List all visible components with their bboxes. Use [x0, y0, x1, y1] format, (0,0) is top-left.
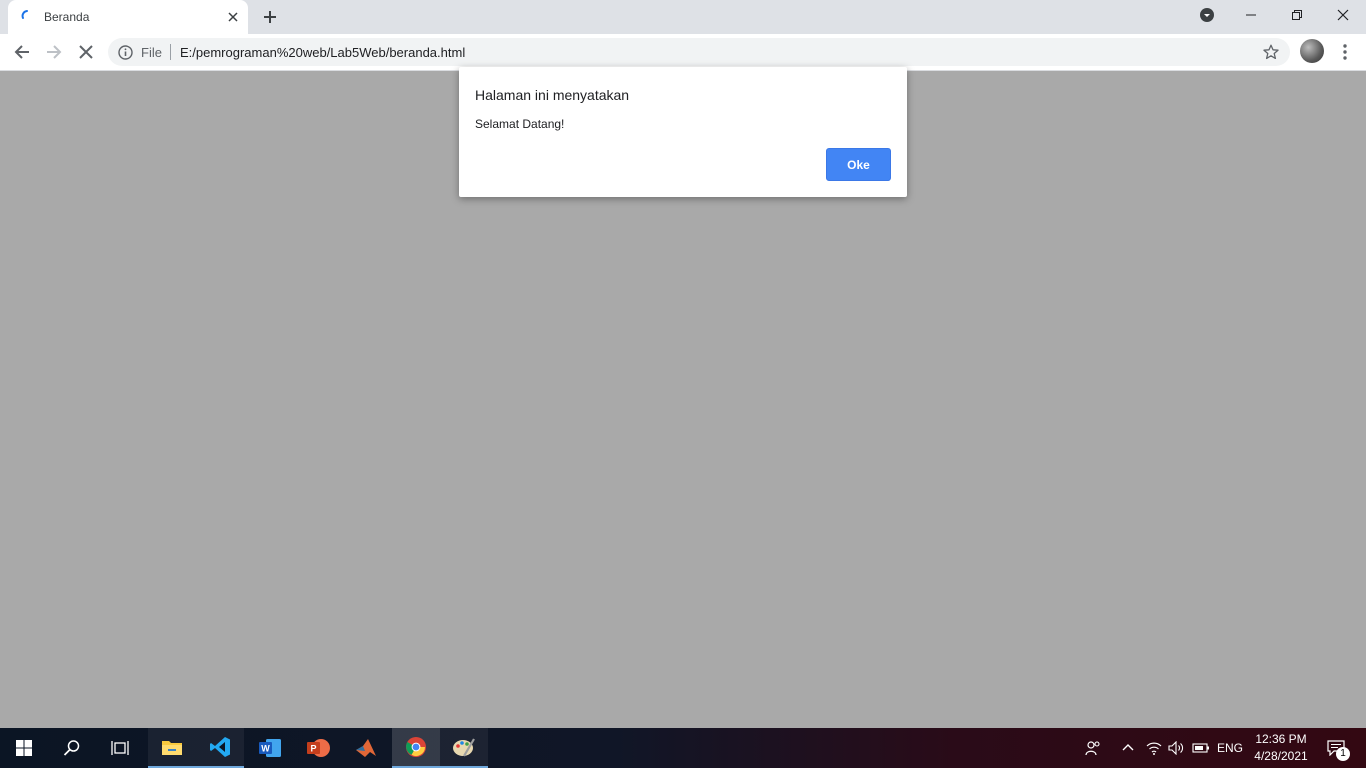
taskbar-file-explorer[interactable] [148, 728, 196, 768]
address-bar[interactable]: File E:/pemrograman%20web/Lab5Web/berand… [108, 38, 1290, 66]
svg-text:P: P [310, 744, 316, 754]
task-view-icon [111, 741, 129, 755]
word-icon: W [259, 739, 281, 757]
start-button[interactable] [0, 728, 48, 768]
alert-dialog: Halaman ini menyatakan Selamat Datang! O… [459, 67, 907, 197]
tab-strip: Beranda [0, 0, 1366, 34]
file-explorer-icon [162, 741, 182, 755]
clock-time: 12:36 PM [1255, 732, 1307, 746]
taskbar-powerpoint[interactable]: P [294, 728, 342, 768]
network-button[interactable] [1144, 728, 1164, 768]
clock-date: 4/28/2021 [1254, 749, 1308, 763]
stop-loading-button[interactable] [72, 38, 100, 66]
svg-text:W: W [261, 744, 270, 754]
browser-toolbar: File E:/pemrograman%20web/Lab5Web/berand… [0, 34, 1366, 71]
people-icon [1085, 741, 1100, 756]
action-center-button[interactable] [1318, 728, 1354, 768]
tab-beranda[interactable]: Beranda [8, 0, 248, 34]
paint-icon [453, 738, 475, 757]
tab-search-button[interactable] [1184, 0, 1230, 30]
more-vertical-icon [1343, 44, 1347, 60]
url-text[interactable]: E:/pemrograman%20web/Lab5Web/beranda.htm… [180, 45, 465, 60]
chevron-up-icon [1122, 744, 1134, 751]
taskbar-matlab[interactable] [342, 728, 390, 768]
omnibox-divider [170, 44, 171, 60]
security-chip-label[interactable]: File [141, 45, 162, 60]
start-icon [16, 740, 32, 756]
people-button[interactable] [1078, 728, 1108, 768]
close-icon [1337, 9, 1349, 21]
profile-avatar[interactable] [1300, 39, 1324, 63]
close-window-button[interactable] [1320, 0, 1366, 30]
taskbar-chrome[interactable] [392, 728, 440, 768]
dialog-message: Selamat Datang! [475, 117, 565, 131]
restore-button[interactable] [1274, 0, 1320, 30]
input-language-button[interactable]: ENG [1214, 728, 1246, 768]
plus-icon [264, 11, 276, 23]
back-button[interactable] [8, 38, 36, 66]
loading-spinner-icon [20, 9, 34, 23]
clock[interactable]: 12:36 PM 4/28/2021 [1250, 731, 1312, 765]
notification-count-badge: 1 [1336, 747, 1350, 761]
windows-taskbar: W P ENG 12:36 PM 4/28/2021 1 [0, 728, 1366, 768]
vscode-icon [210, 737, 230, 757]
forward-button[interactable] [40, 38, 68, 66]
taskbar-search-button[interactable] [48, 728, 96, 768]
chrome-menu-button[interactable] [1334, 38, 1356, 66]
close-icon [79, 45, 93, 59]
arrow-left-icon [14, 45, 29, 59]
dialog-title: Halaman ini menyatakan [475, 87, 630, 103]
powerpoint-icon: P [307, 739, 330, 757]
taskbar-word[interactable]: W [246, 728, 294, 768]
minimize-icon [1246, 14, 1256, 16]
tab-title: Beranda [44, 10, 90, 24]
new-tab-button[interactable] [256, 4, 284, 30]
task-view-button[interactable] [96, 728, 144, 768]
ok-button[interactable]: Oke [826, 148, 891, 181]
language-label: ENG [1216, 741, 1243, 755]
taskbar-paint[interactable] [440, 728, 488, 768]
minimize-button[interactable] [1228, 0, 1274, 30]
info-icon[interactable] [118, 45, 133, 60]
volume-button[interactable] [1166, 728, 1186, 768]
bookmark-star-icon[interactable] [1263, 44, 1279, 60]
arrow-right-icon [47, 45, 62, 59]
chrome-icon [406, 737, 426, 757]
taskbar-vscode[interactable] [196, 728, 244, 768]
battery-icon [1192, 743, 1209, 753]
tab-search-icon [1200, 8, 1214, 22]
restore-icon [1292, 10, 1302, 20]
tab-close-icon[interactable] [224, 8, 242, 26]
matlab-icon [356, 739, 376, 757]
speaker-icon [1168, 741, 1183, 755]
search-icon [63, 740, 80, 756]
show-hidden-icons-button[interactable] [1116, 728, 1140, 768]
battery-button[interactable] [1190, 728, 1212, 768]
wifi-icon [1146, 742, 1162, 755]
